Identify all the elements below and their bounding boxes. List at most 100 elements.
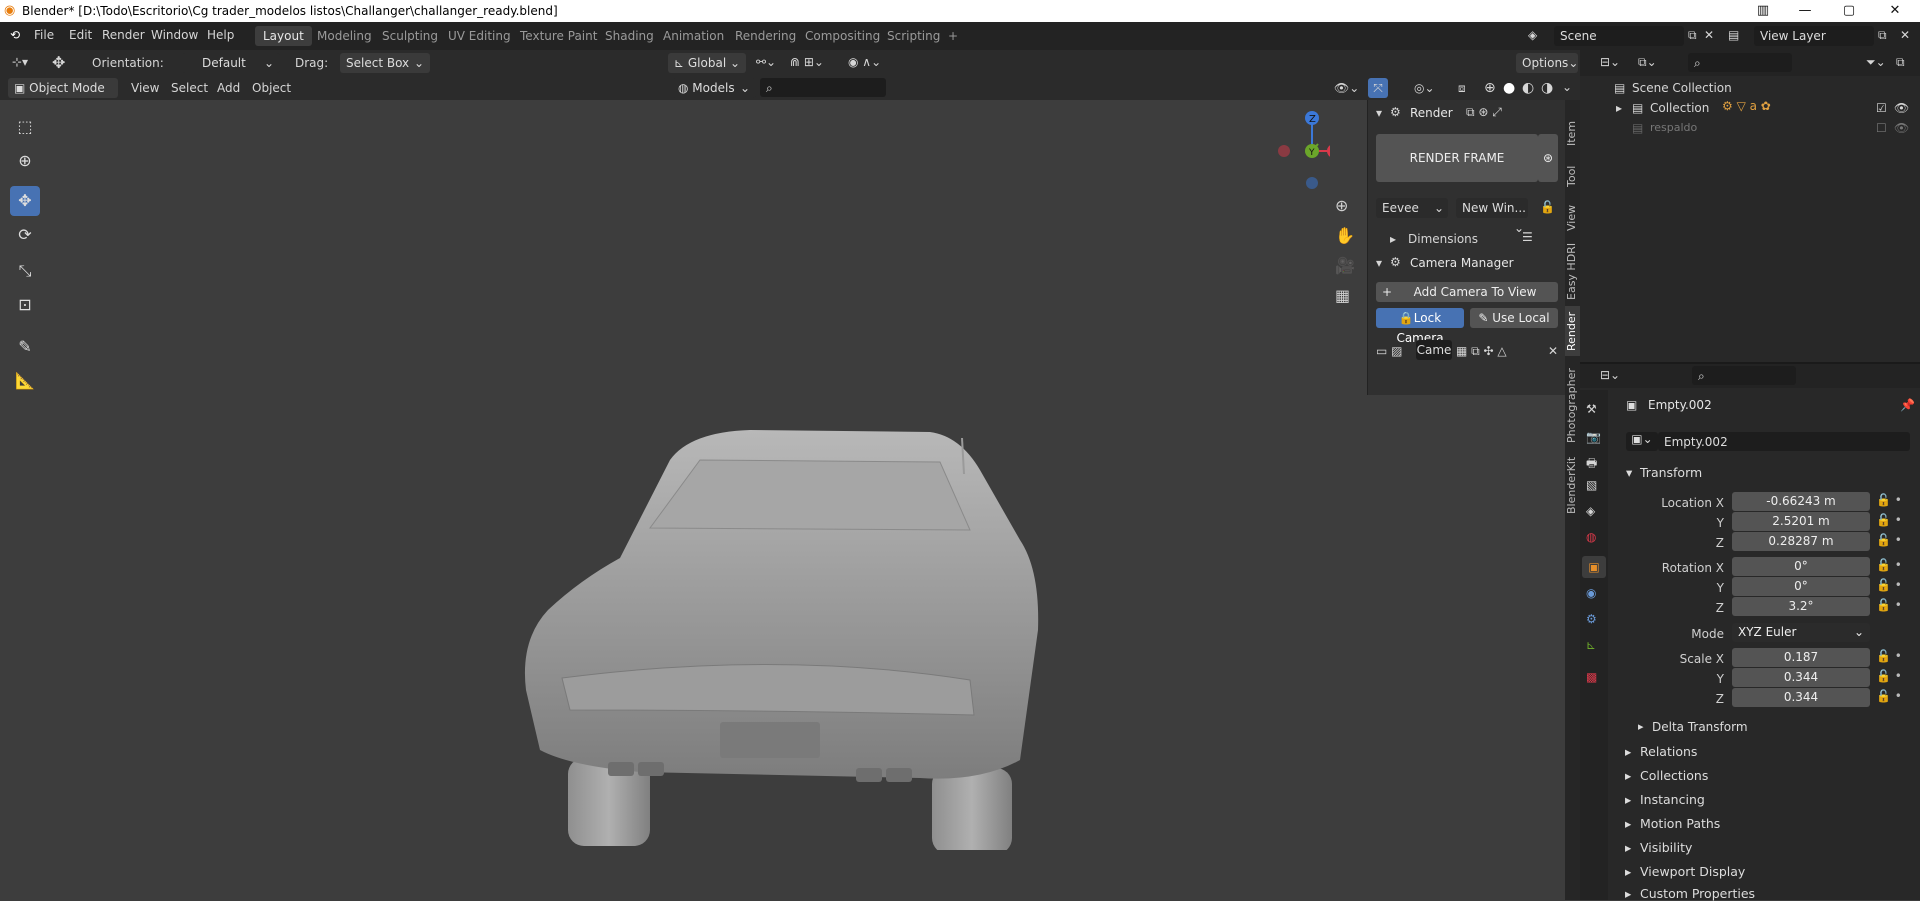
- gizmo-neg-x-icon[interactable]: [1278, 145, 1290, 157]
- tab-modeling[interactable]: Modeling: [309, 26, 380, 46]
- custom-properties-section[interactable]: Custom Properties: [1640, 886, 1755, 901]
- rotation-y-field[interactable]: 0°: [1732, 577, 1870, 596]
- annotate-tool-icon[interactable]: ✎: [10, 332, 40, 362]
- tab-view[interactable]: View: [1565, 198, 1580, 238]
- visibility-section[interactable]: Visibility: [1640, 840, 1692, 855]
- pin-icon[interactable]: 📌: [1900, 398, 1915, 412]
- blender-menu-icon[interactable]: ⟲: [10, 28, 20, 42]
- expand-collections-icon[interactable]: ▸: [1625, 768, 1631, 783]
- proportional-edit-icon[interactable]: ◉ ∧⌄: [848, 55, 881, 69]
- maximize-button[interactable]: ▢: [1826, 0, 1872, 22]
- drag-dropdown[interactable]: Select Box ⌄: [340, 53, 430, 73]
- collections-section[interactable]: Collections: [1640, 768, 1708, 783]
- location-y-field[interactable]: 2.5201 m: [1732, 512, 1870, 531]
- lock-scale-y-icon[interactable]: 🔓 •: [1876, 669, 1902, 683]
- collapse-transform-icon[interactable]: ▾: [1626, 465, 1632, 480]
- outliner-search-input[interactable]: ⌕: [1688, 53, 1792, 72]
- expand-visibility-icon[interactable]: ▸: [1625, 840, 1631, 855]
- tab-item[interactable]: Item: [1565, 112, 1580, 154]
- collapse-render-icon[interactable]: ▾: [1376, 106, 1382, 120]
- lock-rotation-z-icon[interactable]: 🔓 •: [1876, 598, 1902, 612]
- lock-camera-button[interactable]: 🔒Lock Camera: [1376, 308, 1464, 345]
- menu-file[interactable]: File: [34, 28, 54, 42]
- menu-add[interactable]: Add: [217, 81, 240, 95]
- editor-type-icon[interactable]: ⊟⌄: [1600, 368, 1620, 382]
- relations-section[interactable]: Relations: [1640, 744, 1697, 759]
- collection-label[interactable]: Collection: [1650, 101, 1709, 115]
- lock-location-x-icon[interactable]: 🔓 •: [1876, 493, 1902, 507]
- scale-tool-icon[interactable]: ⤡: [10, 256, 40, 286]
- lock-rotation-y-icon[interactable]: 🔓 •: [1876, 578, 1902, 592]
- remove-camera-icon[interactable]: ✕: [1548, 344, 1558, 358]
- engine-dropdown[interactable]: Eevee ⌄: [1376, 198, 1448, 218]
- rotation-x-field[interactable]: 0°: [1732, 557, 1870, 576]
- render-options-icons[interactable]: ⧉ ⊛ ⤢: [1466, 105, 1502, 120]
- measure-tool-icon[interactable]: 📐: [10, 366, 40, 396]
- transform-tool-icon[interactable]: ⊡: [10, 290, 40, 320]
- tab-compositing[interactable]: Compositing: [797, 26, 888, 46]
- use-local-button[interactable]: ✎ Use Local: [1470, 308, 1558, 328]
- lock-scale-x-icon[interactable]: 🔓 •: [1876, 649, 1902, 663]
- menu-edit[interactable]: Edit: [69, 28, 92, 42]
- tab-scripting[interactable]: Scripting: [879, 26, 948, 46]
- list-icon[interactable]: ☰: [1522, 230, 1533, 244]
- new-scene-icon[interactable]: ⧉: [1688, 28, 1697, 43]
- viewport-display-section[interactable]: Viewport Display: [1640, 864, 1745, 879]
- camera-icons-right[interactable]: ▦ ⧉ ✣ △: [1456, 344, 1507, 359]
- tab-texture-paint[interactable]: Texture Paint: [512, 26, 605, 46]
- eye-icon[interactable]: 👁: [1894, 101, 1909, 115]
- expand-instancing-icon[interactable]: ▸: [1625, 792, 1631, 807]
- delete-scene-icon[interactable]: ✕: [1704, 28, 1714, 42]
- delete-view-layer-icon[interactable]: ✕: [1900, 28, 1910, 42]
- gizmo-x-icon[interactable]: [1327, 144, 1330, 158]
- respaldo-eye-icon[interactable]: 👁: [1894, 121, 1909, 135]
- render-tab-icon[interactable]: 📷: [1586, 430, 1601, 444]
- respaldo-label[interactable]: respaldo: [1650, 121, 1697, 134]
- dimensions-label[interactable]: Dimensions: [1408, 232, 1478, 246]
- visibility-icon[interactable]: 👁⌄: [1334, 81, 1359, 95]
- move-tool-icon[interactable]: ✥: [10, 186, 40, 216]
- mode-dropdown[interactable]: ▣ Object Mode ⌄: [8, 78, 118, 109]
- collection-dropdown[interactable]: ◍ Models ⌄: [672, 78, 756, 98]
- editor-type-icon[interactable]: ⊹▾: [12, 55, 28, 69]
- delta-transform-section[interactable]: Delta Transform: [1652, 720, 1748, 734]
- motion-paths-section[interactable]: Motion Paths: [1640, 816, 1720, 831]
- menu-select[interactable]: Select: [171, 81, 208, 95]
- tool-tab-icon[interactable]: ⚒: [1586, 402, 1597, 416]
- tab-uv-editing[interactable]: UV Editing: [440, 26, 519, 46]
- tab-rendering[interactable]: Rendering: [727, 26, 804, 46]
- expand-relations-icon[interactable]: ▸: [1625, 744, 1631, 759]
- gizmo-neg-z-icon[interactable]: [1306, 177, 1318, 189]
- scale-z-field[interactable]: 0.344: [1732, 688, 1870, 707]
- add-camera-button[interactable]: + Add Camera To View: [1376, 282, 1558, 302]
- transform-section-title[interactable]: Transform: [1640, 465, 1702, 480]
- tab-photographer[interactable]: Photographer: [1565, 364, 1580, 448]
- gizmo-toggle-icon[interactable]: ⤧: [1368, 78, 1388, 98]
- expand-motion-paths-icon[interactable]: ▸: [1625, 816, 1631, 831]
- orientation-dropdown[interactable]: Default ⌄: [182, 53, 280, 73]
- zoom-icon[interactable]: ⊕: [1335, 196, 1348, 215]
- menu-object[interactable]: Object: [252, 81, 291, 95]
- lock-location-z-icon[interactable]: 🔓 •: [1876, 533, 1902, 547]
- minimize-button[interactable]: —: [1782, 0, 1828, 22]
- expand-dimensions-icon[interactable]: ▸: [1390, 232, 1396, 246]
- scale-y-field[interactable]: 0.344: [1732, 668, 1870, 687]
- collapse-camera-manager-icon[interactable]: ▾: [1376, 256, 1382, 270]
- expand-delta-icon[interactable]: ▸: [1638, 720, 1644, 733]
- new-collection-icon[interactable]: ⧉: [1896, 55, 1905, 70]
- camera-name-field[interactable]: Came: [1416, 340, 1452, 360]
- filter-icon[interactable]: ⏷⌄: [1866, 55, 1886, 70]
- shading-solid-icon[interactable]: ●: [1503, 80, 1515, 96]
- instancing-section[interactable]: Instancing: [1640, 792, 1705, 807]
- new-view-layer-icon[interactable]: ⧉: [1878, 28, 1887, 43]
- tab-shading[interactable]: Shading: [597, 26, 662, 46]
- cursor-tool-icon[interactable]: ⊕: [10, 146, 40, 176]
- overlays-icon[interactable]: ◎⌄: [1414, 81, 1435, 95]
- shading-options-icon[interactable]: ⌄: [1562, 80, 1572, 94]
- lock-scale-z-icon[interactable]: 🔓 •: [1876, 689, 1902, 703]
- select-box-tool-icon[interactable]: ⬚: [10, 112, 40, 142]
- view-layer-field[interactable]: View Layer: [1754, 26, 1874, 46]
- transform-orientation-dropdown[interactable]: ⊾ Global ⌄: [668, 53, 746, 73]
- render-settings-icon[interactable]: ⊛: [1538, 134, 1558, 182]
- add-workspace-button[interactable]: +: [940, 26, 966, 46]
